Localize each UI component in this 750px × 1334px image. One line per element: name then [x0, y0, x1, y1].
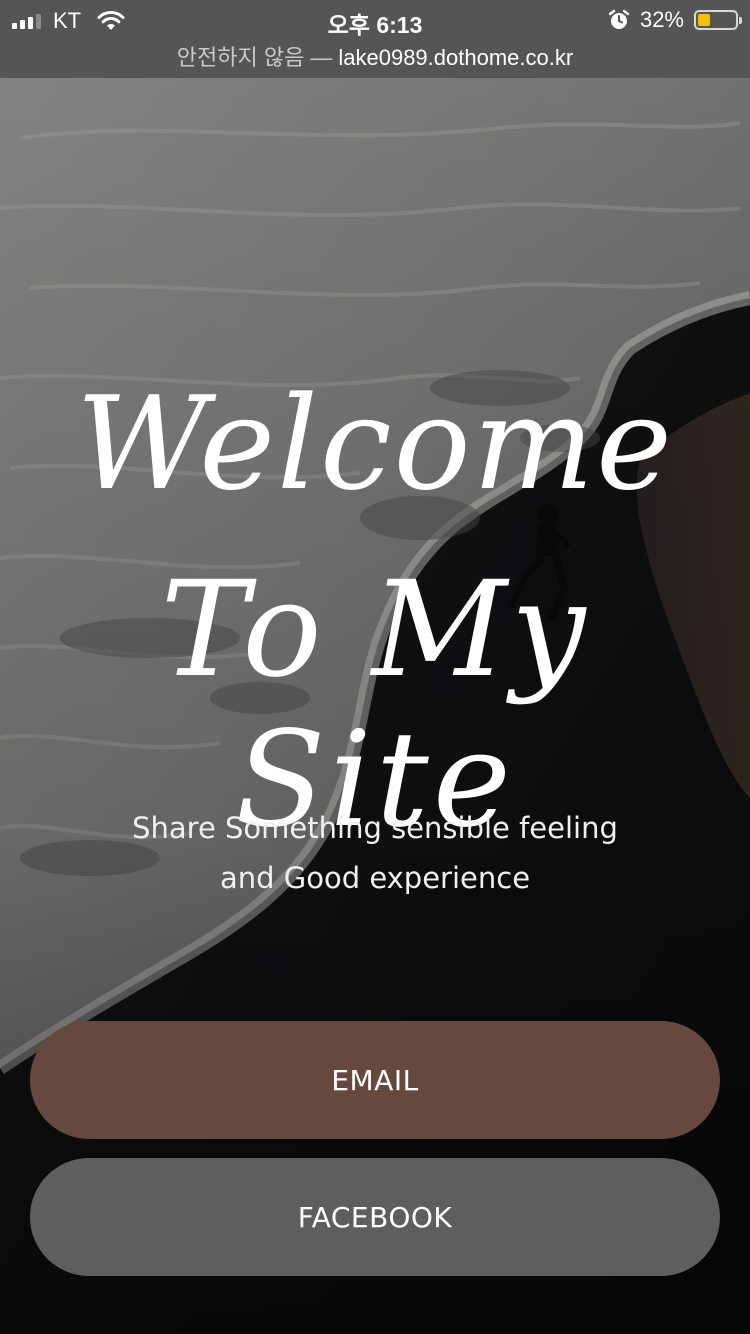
url-domain: lake0989.dothome.co.kr [338, 45, 574, 70]
alarm-icon [608, 9, 630, 29]
site-title: To My Site [160, 553, 590, 857]
url-separator: — [310, 45, 333, 70]
security-warning: 안전하지 않음 [176, 45, 305, 70]
welcome-title: Welcome [76, 370, 674, 519]
facebook-button[interactable]: FACEBOOK [30, 1158, 720, 1276]
tagline-line-2: and Good experience [219, 861, 531, 895]
email-button[interactable]: EMAIL [30, 1021, 720, 1139]
battery-icon [694, 10, 742, 30]
battery-percent: 32% [639, 7, 684, 32]
url-bar[interactable]: 안전하지 않음 — lake0989.dothome.co.kr [0, 40, 750, 72]
status-right: 32% [608, 7, 742, 33]
battery-fill [698, 14, 710, 26]
tagline-line-1: Share Something sensible feeling [132, 811, 618, 845]
login-screen: KT 오후 6:13 32% 안전하지 않음 — lake0989.dothome.… [0, 0, 750, 1334]
status-bar: KT 오후 6:13 32% 안전하지 않음 — lake0989.dothome.… [0, 0, 750, 78]
